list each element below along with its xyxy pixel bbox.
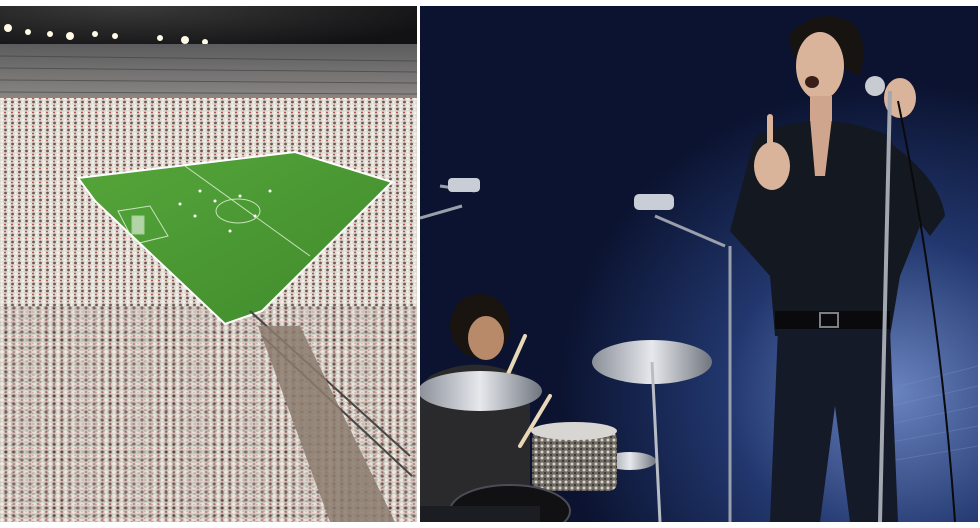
drum-tom xyxy=(532,431,617,491)
microphone-left xyxy=(448,178,480,192)
microphone-center xyxy=(634,194,674,210)
concert-photo xyxy=(420,6,978,522)
concert-illustration xyxy=(420,6,978,522)
stage-monitor xyxy=(420,506,540,522)
stadium-photo xyxy=(0,6,417,522)
singer-microphone xyxy=(865,76,885,96)
drum-head xyxy=(531,422,617,440)
cymbal-left xyxy=(420,371,542,411)
upper-stands xyxy=(0,44,417,104)
stadium-illustration xyxy=(0,6,417,522)
